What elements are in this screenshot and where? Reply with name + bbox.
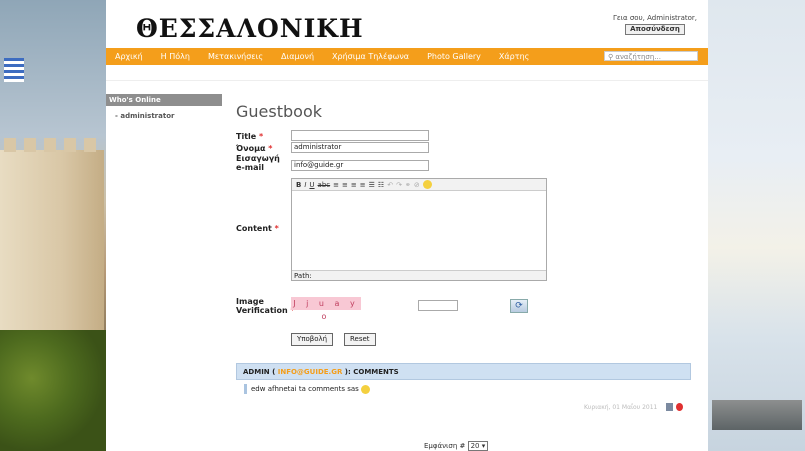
nav-item-phones[interactable]: Χρήσιμα Τηλέφωνα <box>323 52 418 61</box>
undo-icon[interactable]: ↶ <box>387 181 393 189</box>
nav-item-transport[interactable]: Μετακινήσεις <box>199 52 272 61</box>
name-label: Όνομα * <box>236 144 273 153</box>
cool-smiley-icon <box>361 384 371 394</box>
unlink-icon[interactable]: ⊘ <box>414 181 420 189</box>
align-left-icon[interactable]: ≡ <box>333 181 339 189</box>
numbered-list-icon[interactable]: ☷ <box>378 181 384 189</box>
align-right-icon[interactable]: ≡ <box>351 181 357 189</box>
comment-entry: edw afhnetai ta comments sas <box>244 384 371 394</box>
sidebar: Who's Online - administrator <box>106 94 222 120</box>
nav-item-stay[interactable]: Διαμονή <box>272 52 323 61</box>
user-box: Γεια σου, Administrator, Αποσύνδεση <box>604 14 706 40</box>
background-scenery-left <box>0 0 106 451</box>
submit-button[interactable]: Υποβολή <box>291 333 334 346</box>
nav-item-city[interactable]: Η Πόλη <box>152 52 199 61</box>
logout-button[interactable]: Αποσύνδεση <box>625 24 685 35</box>
sub-bar <box>106 65 708 81</box>
content-editor[interactable]: B I U abc ≡ ≡ ≡ ≡ ☰ ☷ ↶ ↷ ⚭ ⊘ Path: <box>291 178 547 281</box>
site-logo[interactable]: ΘΕΣΣΑΛΟΝΙΚΗ <box>136 14 364 43</box>
pagination-display: Εμφάνιση # 20 ▾ <box>424 441 489 451</box>
bold-button[interactable]: B <box>296 181 301 189</box>
page-container: ΘΕΣΣΑΛΟΝΙΚΗ Γεια σου, Administrator, Απο… <box>106 0 708 451</box>
greek-flag-image <box>4 58 24 82</box>
link-icon[interactable]: ⚭ <box>405 181 411 189</box>
align-center-icon[interactable]: ≡ <box>342 181 348 189</box>
title-input[interactable] <box>291 130 429 141</box>
reset-button[interactable]: Reset <box>344 333 376 346</box>
online-user[interactable]: - administrator <box>106 112 222 120</box>
search-placeholder: αναζήτηση... <box>615 53 661 61</box>
main-nav: Αρχική Η Πόλη Μετακινήσεις Διαμονή Χρήσι… <box>106 48 708 65</box>
greeting-text: Γεια σου, Administrator, <box>612 14 698 22</box>
nav-item-gallery[interactable]: Photo Gallery <box>418 52 490 61</box>
italic-button[interactable]: I <box>304 181 306 189</box>
bullet-list-icon[interactable]: ☰ <box>369 181 375 189</box>
trash-icon[interactable] <box>666 403 673 411</box>
name-input[interactable]: administrator <box>291 142 429 153</box>
nav-item-home[interactable]: Αρχική <box>106 52 152 61</box>
redo-icon[interactable]: ↷ <box>396 181 402 189</box>
search-icon: ⚲ <box>608 53 614 61</box>
content-label: Content * <box>236 224 279 233</box>
comments-header: ADMIN ( INFO@GUIDE.GR ): COMMENTS <box>236 363 691 380</box>
comments-email-link[interactable]: INFO@GUIDE.GR <box>278 368 343 376</box>
email-input[interactable]: info@guide.gr <box>291 160 429 171</box>
background-scenery-right <box>708 0 805 451</box>
captcha-input[interactable] <box>418 300 458 311</box>
whos-online-title: Who's Online <box>106 94 222 106</box>
ship-image <box>712 400 802 430</box>
comment-date: Κυριακή, 01 Μαΐου 2011 <box>584 404 658 411</box>
refresh-captcha-icon[interactable]: ⟳ <box>510 299 528 313</box>
search-input[interactable]: ⚲ αναζήτηση... <box>604 51 698 61</box>
captcha-image: J j u a y o <box>291 297 361 321</box>
email-label: Εισαγωγή e-mail <box>236 154 280 172</box>
display-count-select[interactable]: 20 ▾ <box>467 441 489 451</box>
captcha-label: Image Verification * <box>236 297 295 315</box>
strikethrough-button[interactable]: abc <box>318 181 331 189</box>
underline-button[interactable]: U <box>309 181 314 189</box>
trees-image <box>0 330 106 451</box>
align-justify-icon[interactable]: ≡ <box>360 181 366 189</box>
comment-text: edw afhnetai ta comments sas <box>251 385 359 393</box>
editor-path-bar: Path: <box>292 270 546 280</box>
nav-item-map[interactable]: Χάρτης <box>490 52 538 61</box>
delete-icon[interactable] <box>676 403 683 411</box>
editor-toolbar: B I U abc ≡ ≡ ≡ ≡ ☰ ☷ ↶ ↷ ⚭ ⊘ <box>292 179 546 191</box>
page-title: Guestbook <box>236 102 322 121</box>
emoticon-icon[interactable] <box>422 180 432 189</box>
title-label: Title * <box>236 132 264 141</box>
